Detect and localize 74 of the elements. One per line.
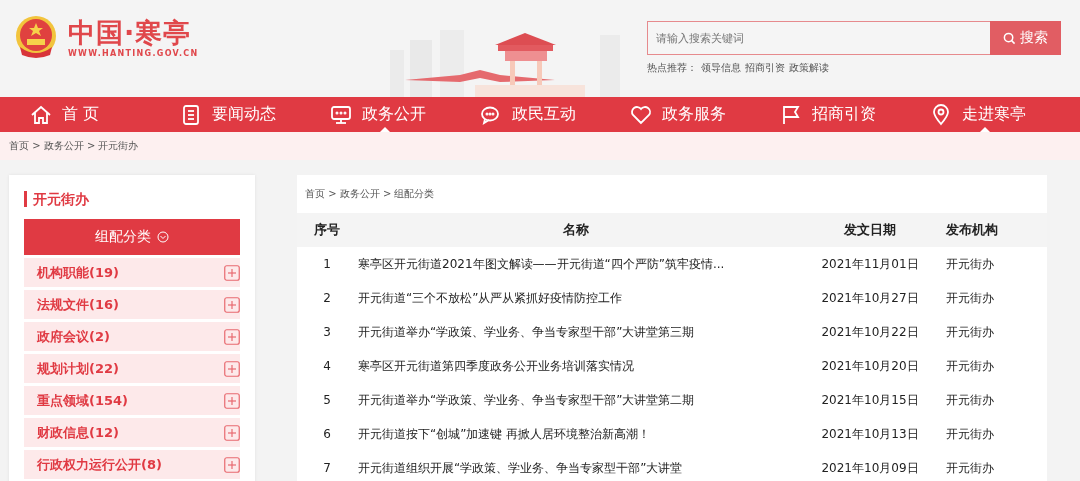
table-cell: 2021年11月01日 xyxy=(794,247,946,281)
nav-item[interactable]: 招商引资 xyxy=(780,97,930,132)
nav-icon xyxy=(180,103,202,126)
table-cell-text: 开元街办 xyxy=(946,357,995,375)
breadcrumb[interactable]: 首页 > 政务公开 > 开元街办 xyxy=(9,139,139,153)
column-header: 发文日期 xyxy=(794,213,946,247)
nav-icon xyxy=(330,103,352,126)
table-cell-text: 开元街办 xyxy=(946,323,995,341)
search-field[interactable]: 请输入搜索关键词 xyxy=(647,21,990,55)
category-header[interactable]: 组配分类 xyxy=(24,219,240,255)
category-item[interactable]: 政府会议(2) xyxy=(24,322,240,351)
category-item[interactable]: 规划计划(22) xyxy=(24,354,240,383)
expand-icon xyxy=(224,392,240,409)
site-url: WWW.HANTING.GOV.CN xyxy=(68,48,199,58)
sidebar-title: 开元街办 xyxy=(24,191,240,207)
table-cell: 2021年10月27日 xyxy=(794,281,946,315)
column-header: 序号 xyxy=(297,213,357,247)
table-cell-text: 2 xyxy=(322,290,332,307)
table-cell: 2021年10月15日 xyxy=(794,383,946,417)
expand-icon xyxy=(224,424,240,441)
hot-link[interactable]: 招商引资 xyxy=(745,61,785,75)
hot-link[interactable]: 领导信息 xyxy=(701,61,741,75)
search-icon xyxy=(1003,31,1016,45)
nav-item[interactable]: 走进寒亭 xyxy=(930,97,1080,132)
site-title: 中国·寒亭 xyxy=(68,16,193,49)
expand-icon xyxy=(224,360,240,377)
nav-item[interactable]: 首 页 xyxy=(30,97,180,132)
nav-icon xyxy=(630,103,652,126)
nav-icon xyxy=(780,103,802,126)
nav-item[interactable]: 要闻动态 xyxy=(180,97,330,132)
table-cell: 2021年10月13日 xyxy=(794,417,946,451)
category-item[interactable]: 行政权力运行公开(8) xyxy=(24,450,240,479)
column-header: 名称 xyxy=(357,213,794,247)
expand-icon xyxy=(224,264,240,281)
table-cell: 2021年10月22日 xyxy=(794,315,946,349)
article-link[interactable]: 开元街道按下“创城”加速键 再掀人居环境整治新高潮！ xyxy=(357,417,794,451)
article-link[interactable]: 开元街道“三个不放松”从严从紧抓好疫情防控工作 xyxy=(357,281,794,315)
chevron-down-icon xyxy=(157,231,169,243)
nav-item[interactable]: 政民互动 xyxy=(480,97,630,132)
table-cell-text: 6 xyxy=(322,426,332,443)
category-item[interactable]: 重点领域(154) xyxy=(24,386,240,415)
table-cell: 开元街办 xyxy=(946,247,1047,281)
hot-label: 热点推荐： xyxy=(647,61,697,75)
table-cell-text: 开元街办 xyxy=(946,289,995,307)
table-cell-text: 开元街办 xyxy=(946,425,995,443)
table-cell-text: 开元街办 xyxy=(946,391,995,409)
nav-icon xyxy=(930,103,952,126)
table-cell-text: 5 xyxy=(322,392,332,409)
category-item[interactable]: 法规文件(16) xyxy=(24,290,240,319)
table-cell-text: 7 xyxy=(322,460,332,477)
article-link[interactable]: 开元街道举办“学政策、学业务、争当专家型干部”大讲堂第二期 xyxy=(357,383,794,417)
expand-icon xyxy=(224,328,240,345)
table-cell-text: 3 xyxy=(322,324,332,341)
expand-icon xyxy=(224,456,240,473)
nav-icon xyxy=(30,103,52,126)
article-link[interactable]: 开元街道组织开展“学政策、学业务、争当专家型干部”大讲堂 xyxy=(357,451,794,481)
table-cell-text: 开元街办 xyxy=(946,459,995,477)
category-item[interactable]: 机构职能(19) xyxy=(24,258,240,287)
article-link[interactable]: 寒亭区开元街道2021年图文解读——开元街道“四个严防”筑牢疫情... xyxy=(357,247,794,281)
search-button[interactable]: 搜索 xyxy=(990,21,1061,55)
hot-link[interactable]: 政策解读 xyxy=(789,61,829,75)
table-cell: 1 xyxy=(297,247,357,281)
nav-item[interactable]: 政务服务 xyxy=(630,97,780,132)
article-link[interactable]: 开元街道举办“学政策、学业务、争当专家型干部”大讲堂第三期 xyxy=(357,315,794,349)
table-cell-text: 4 xyxy=(322,358,332,375)
article-link[interactable]: 寒亭区开元街道第四季度政务公开业务培训落实情况 xyxy=(357,349,794,383)
nav-item[interactable]: 政务公开 xyxy=(330,97,480,132)
table-cell: 2021年10月09日 xyxy=(794,451,946,481)
column-header: 发布机构 xyxy=(946,213,1047,247)
breadcrumb[interactable]: 首页 > 政务公开 > 组配分类 xyxy=(305,187,435,201)
emblem-icon xyxy=(14,15,58,59)
table-cell: 2021年10月20日 xyxy=(794,349,946,383)
category-item[interactable]: 财政信息(12) xyxy=(24,418,240,447)
expand-icon xyxy=(224,296,240,313)
